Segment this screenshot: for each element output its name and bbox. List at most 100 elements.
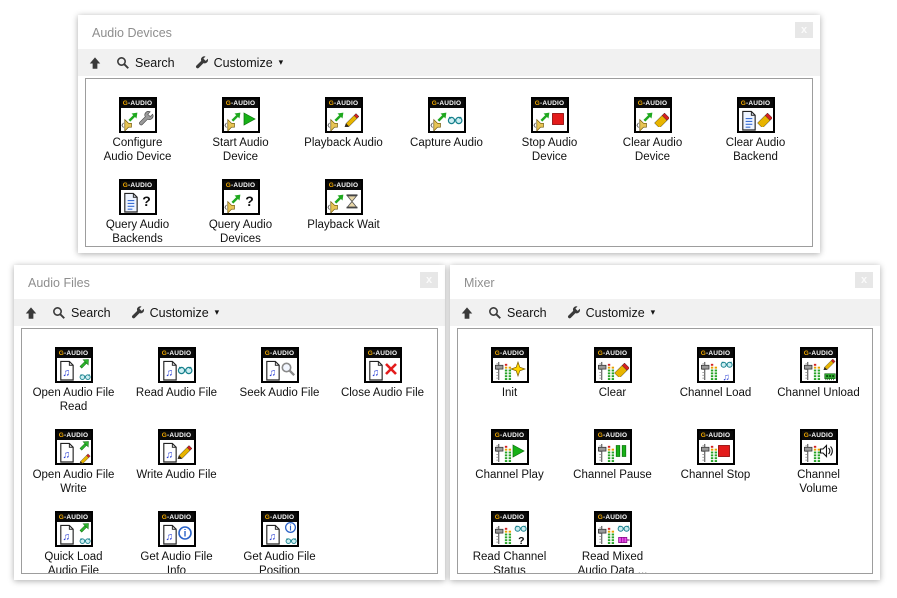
palette-item-playback-wait[interactable]: G-AUDIO Playback Wait [292, 179, 395, 247]
palette-item-clear[interactable]: G-AUDIOClear [561, 347, 664, 429]
palette-item-channel-volume[interactable]: G-AUDIOChannel Volume [767, 429, 870, 511]
palette-item-label: Open Audio File Read [33, 386, 115, 414]
caret-down-icon: ▾ [215, 307, 220, 318]
palette-item-stop-audio-device[interactable]: G-AUDIOStop Audio Device [498, 97, 601, 179]
palette-item-quick-load-audio-file[interactable]: G-AUDIO♫Quick Load Audio File [22, 511, 125, 574]
arrow-green-glyph [78, 439, 91, 452]
caret-down-icon: ▾ [651, 307, 656, 318]
title-bar[interactable]: Mixer x [450, 265, 880, 299]
glasses-glyph [720, 357, 733, 370]
glasses-glyph [617, 521, 630, 534]
svg-text:♫: ♫ [165, 450, 173, 461]
palette-row: G-AUDIOChannel PlayG-AUDIOChannel PauseG… [458, 429, 872, 511]
palette-item-channel-stop[interactable]: G-AUDIOChannel Stop [664, 429, 767, 511]
playback-audio-icon: G-AUDIO [325, 97, 363, 133]
search-button[interactable]: Search [52, 306, 111, 320]
search-button[interactable]: Search [488, 306, 547, 320]
palette-item-read-channel-status[interactable]: G-AUDIO?Read Channel Status [458, 511, 561, 574]
palette-content: G-AUDIOConfigure Audio DeviceG-AUDIOStar… [85, 78, 813, 247]
chip-glyph [824, 370, 836, 382]
play-glyph [241, 111, 257, 127]
palette-item-init[interactable]: G-AUDIOInit [458, 347, 561, 429]
volume-glyph [819, 443, 835, 459]
palette-item-playback-audio[interactable]: G-AUDIOPlayback Audio [292, 97, 395, 179]
palette-item-label: Get Audio File Position [243, 550, 315, 574]
svg-text:♫: ♫ [722, 372, 729, 382]
eraser-glyph [756, 111, 772, 127]
search-icon [116, 56, 130, 70]
get-audio-file-position-icon: G-AUDIO♫i [261, 511, 299, 547]
title-bar[interactable]: Audio Files x [14, 265, 445, 299]
title-bar[interactable]: Audio Devices x [78, 15, 820, 49]
close-audio-file-icon: G-AUDIO♫ [364, 347, 402, 383]
palette-item-write-audio-file[interactable]: G-AUDIO♫ Write Audio File [125, 429, 228, 511]
palette-item-channel-pause[interactable]: G-AUDIOChannel Pause [561, 429, 664, 511]
palette-item-open-audio-file-write[interactable]: G-AUDIO♫Open Audio File Write [22, 429, 125, 511]
clear-icon: G-AUDIO [594, 347, 632, 383]
g-audio-banner: G-AUDIO [121, 99, 155, 108]
channel-load-icon: G-AUDIO♫ [697, 347, 735, 383]
customize-button[interactable]: Customize▾ [195, 56, 284, 70]
palette-item-close-audio-file[interactable]: G-AUDIO♫Close Audio File [331, 347, 434, 429]
play-glyph [510, 443, 526, 459]
palette-item-clear-audio-device[interactable]: G-AUDIOClear Audio Device [601, 97, 704, 179]
up-button[interactable] [88, 56, 102, 70]
palette-item-label: Start Audio Device [212, 136, 268, 164]
channel-volume-icon: G-AUDIO [800, 429, 838, 465]
palette-item-start-audio-device[interactable]: G-AUDIO Start Audio Device [189, 97, 292, 179]
palette-item-channel-unload[interactable]: G-AUDIOChannel Unload [767, 347, 870, 429]
palette-item-channel-play[interactable]: G-AUDIOChannel Play [458, 429, 561, 511]
glasses-glyph [514, 521, 527, 534]
desktop: Audio Devices x Search Customize ▾ G-AUDI… [0, 0, 897, 598]
customize-label: Customize [586, 306, 645, 320]
close-button[interactable]: x [795, 22, 813, 38]
g-audio-banner: G-AUDIO [533, 99, 567, 108]
palette-item-label: Read Mixed Audio Data ... [578, 550, 648, 574]
palette-item-get-audio-file-position[interactable]: G-AUDIO♫i Get Audio File Position [228, 511, 331, 574]
palette-item-channel-load[interactable]: G-AUDIO♫Channel Load [664, 347, 767, 429]
g-audio-banner: G-AUDIO [224, 181, 258, 190]
search-icon [488, 306, 502, 320]
palette-item-label: Write Audio File [136, 468, 216, 482]
search-button[interactable]: Search [116, 56, 175, 70]
palette-item-label: Playback Wait [307, 218, 379, 232]
palette-item-seek-audio-file[interactable]: G-AUDIO♫Seek Audio File [228, 347, 331, 429]
palette-item-label: Channel Pause [573, 468, 652, 482]
palette-item-query-audio-backends[interactable]: G-AUDIO?Query Audio Backends [86, 179, 189, 247]
close-button[interactable]: x [855, 272, 873, 288]
write-audio-file-icon: G-AUDIO♫ [158, 429, 196, 465]
up-arrow-icon [460, 306, 474, 320]
caret-down-icon: ▾ [279, 57, 284, 68]
g-audio-banner: G-AUDIO [327, 181, 361, 190]
palette-item-label: Channel Unload [777, 386, 859, 400]
customize-button[interactable]: Customize ▾ [567, 306, 656, 320]
palette-item-read-mixed-audio-data[interactable]: G-AUDIORead Mixed Audio Data ... [561, 511, 664, 574]
close-button[interactable]: x [420, 272, 438, 288]
palette-item-configure-audio-device[interactable]: G-AUDIOConfigure Audio Device [86, 97, 189, 179]
palette-item-clear-audio-backend[interactable]: G-AUDIOClear Audio Backend [704, 97, 807, 179]
up-button[interactable] [460, 306, 474, 320]
g-audio-banner: G-AUDIO [366, 349, 400, 358]
doc-note-glyph: ♫ [57, 524, 76, 545]
palette-row: G-AUDIO♫Quick Load Audio FileG-AUDIO♫iGe… [22, 511, 437, 574]
palette-item-get-audio-file-info[interactable]: G-AUDIO♫iGet Audio File Info [125, 511, 228, 574]
glasses-glyph [285, 534, 297, 546]
eraser-glyph [653, 111, 669, 127]
start-audio-device-icon: G-AUDIO [222, 97, 260, 133]
wrench-glyph [138, 111, 154, 127]
up-button[interactable] [24, 306, 38, 320]
channel-stop-icon: G-AUDIO [697, 429, 735, 465]
clear-audio-device-icon: G-AUDIO [634, 97, 672, 133]
palette-item-open-audio-file-read[interactable]: G-AUDIO♫Open Audio File Read [22, 347, 125, 429]
customize-button[interactable]: Customize ▾ [131, 306, 220, 320]
search-label: Search [507, 306, 547, 320]
palette-item-query-audio-devices[interactable]: G-AUDIO?Query Audio Devices [189, 179, 292, 247]
palette-item-capture-audio[interactable]: G-AUDIOCapture Audio [395, 97, 498, 179]
palette-toolbar: Search Customize ▾ [14, 299, 445, 326]
g-audio-banner: G-AUDIO [802, 431, 836, 440]
g-audio-banner: G-AUDIO [430, 99, 464, 108]
palette-window-mixer: Mixer x Search Customize▾ G-AUDIOInitG-A… [450, 265, 880, 580]
customize-label: Customize [150, 306, 209, 320]
palette-item-read-audio-file[interactable]: G-AUDIO♫Read Audio File [125, 347, 228, 429]
palette-item-label: Init [502, 386, 517, 400]
